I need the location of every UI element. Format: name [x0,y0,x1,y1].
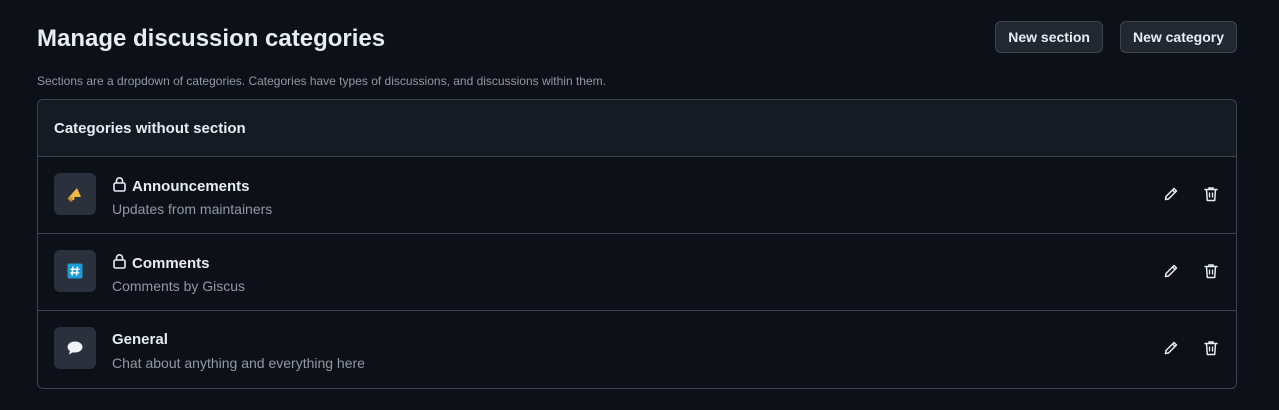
trash-icon[interactable] [1203,262,1219,280]
megaphone-emoji-icon [54,173,96,215]
new-category-button[interactable]: New category [1119,21,1237,53]
pencil-icon[interactable] [1163,339,1179,357]
speech-bubble-emoji-icon [54,327,96,369]
pencil-icon[interactable] [1163,185,1179,203]
category-description: Updates from maintainers [112,201,273,217]
row-actions [1163,262,1219,280]
lock-icon [112,253,127,275]
category-name-line: Comments [112,253,210,275]
header-actions: New section New category [995,21,1237,53]
hash-emoji-icon [54,250,96,292]
category-name[interactable]: General [112,330,168,350]
page: Manage discussion categories New section… [0,0,1279,410]
categories-box: Categories without section Announcements [37,99,1237,389]
category-description: Comments by Giscus [112,278,246,294]
category-row-announcements: Announcements Updates from maintainers [38,157,1236,234]
category-name[interactable]: Comments [132,254,210,274]
row-actions [1163,185,1219,203]
new-section-button[interactable]: New section [995,21,1103,53]
category-name-line: General [112,330,168,350]
category-row-general: General Chat about anything and everythi… [38,311,1236,387]
pencil-icon[interactable] [1163,262,1179,280]
page-subtitle: Sections are a dropdown of categories. C… [37,74,606,88]
trash-icon[interactable] [1203,185,1219,203]
category-name[interactable]: Announcements [132,177,250,197]
category-name-line: Announcements [112,176,250,198]
trash-icon[interactable] [1203,339,1219,357]
box-header-title: Categories without section [38,100,1236,157]
row-actions [1163,339,1219,357]
lock-icon [112,176,127,198]
page-title: Manage discussion categories [37,25,386,52]
category-row-comments: Comments Comments by Giscus [38,234,1236,311]
category-description: Chat about anything and everything here [112,355,365,371]
